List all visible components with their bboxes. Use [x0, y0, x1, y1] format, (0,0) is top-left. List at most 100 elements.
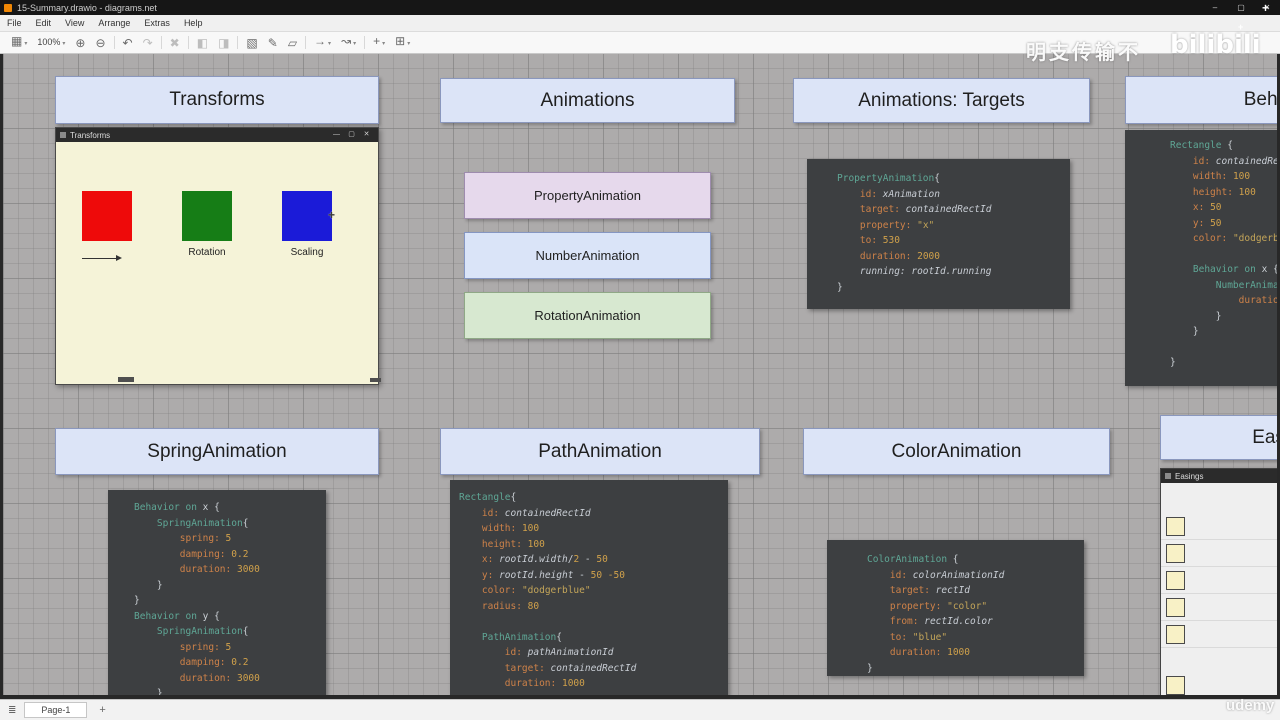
shape-easings-header[interactable]: Easings [1160, 415, 1277, 460]
chevron-down-icon: ▾ [353, 41, 357, 47]
green-rectangle [182, 191, 232, 241]
code-block-behaviors[interactable]: Rectangle { id: containedRectId width: 1… [1125, 130, 1279, 386]
toolbar-separator [113, 36, 115, 49]
code-line: duration: 1000 [889, 647, 970, 658]
window-title: 15-Summary.drawio - diagrams.net [17, 2, 157, 13]
code-line: id: pathAnimationId [504, 647, 614, 658]
code-line: id: xAnimation [859, 188, 940, 200]
connection-icon[interactable]: → ▾ [309, 31, 336, 54]
easings-window-titlebar: Easings [1161, 469, 1277, 483]
watermark-sparkle-icon: + [1262, 1, 1270, 15]
code-line: duration: 2000 [859, 250, 940, 262]
shape-number-animation[interactable]: NumberAnimation [464, 232, 711, 279]
code-line: x: rootId.width/2 - 50 [481, 554, 608, 565]
shape-rotation-animation[interactable]: RotationAnimation [464, 292, 711, 339]
translation-arrow-icon [82, 254, 122, 261]
undo-icon[interactable]: ↶ [118, 33, 138, 53]
code-line: property: "x" [859, 219, 935, 231]
code-block-property-animation[interactable]: PropertyAnimation{ id: xAnimation target… [807, 159, 1070, 309]
table-icon[interactable]: ⊞ ▾ [390, 31, 415, 54]
toolbar-separator [187, 36, 189, 49]
menu-view[interactable]: View [58, 18, 91, 28]
waypoints-icon[interactable]: ↝ ▾ [336, 31, 361, 54]
easings-app-screenshot[interactable]: Easings [1160, 468, 1277, 695]
code-line: SpringAnimation{ [156, 626, 249, 637]
toolbar-separator [364, 36, 366, 49]
shape-path-animation-header[interactable]: PathAnimation [440, 428, 760, 475]
shape-spring-animation-header[interactable]: SpringAnimation [55, 428, 379, 475]
easing-list-item[interactable] [1161, 672, 1277, 695]
line-color-icon[interactable]: ✎ [263, 33, 283, 53]
zoom-level-select[interactable]: 100% ▾ [32, 32, 70, 54]
code-block-path-animation[interactable]: Rectangle{ id: containedRectId width: 10… [450, 480, 728, 695]
shape-property-animation[interactable]: PropertyAnimation [464, 172, 711, 219]
code-line: target: rectId [889, 585, 970, 596]
toolbar-separator [305, 36, 307, 49]
code-line: Rectangle { [1170, 140, 1233, 151]
fill-color-icon[interactable]: ▧ [241, 33, 262, 53]
add-page-button[interactable]: + [91, 704, 113, 716]
window-bottom-mark [370, 378, 381, 382]
easing-list-item[interactable] [1161, 621, 1277, 648]
code-line: spring: 5 [179, 641, 232, 653]
easing-preview-icon [1166, 624, 1185, 644]
code-line: Behavior on x { [1192, 264, 1279, 275]
code-line: height: 100 [481, 538, 545, 550]
transforms-app-screenshot[interactable]: Transforms — ▢ ✕ Rotation Scaling + [55, 127, 381, 385]
code-block-color-animation[interactable]: ColorAnimation { id: colorAnimationId ta… [827, 540, 1084, 676]
diagram-canvas[interactable]: Transforms Animations Animations: Target… [0, 53, 1280, 700]
toolbar-separator [160, 36, 162, 49]
zoom-in-icon[interactable]: ⊕ [70, 33, 90, 53]
menu-arrange[interactable]: Arrange [91, 18, 137, 28]
code-line: spring: 5 [179, 533, 232, 544]
easings-list [1161, 513, 1277, 695]
menu-extras[interactable]: Extras [137, 18, 177, 28]
pages-menu-icon[interactable]: ≣ [0, 705, 24, 716]
rotation-label: Rotation [188, 247, 226, 258]
easing-list-item[interactable] [1161, 594, 1277, 621]
code-block-spring-animation[interactable]: Behavior on x { SpringAnimation{ spring:… [108, 490, 326, 695]
page-tab[interactable]: Page-1 [24, 702, 88, 718]
code-line: radius: 80 [481, 600, 540, 612]
code-line: color: "dodgerblue" [1192, 233, 1279, 244]
easing-preview-icon [1166, 543, 1185, 563]
to-back-icon[interactable]: ◨ [213, 33, 234, 53]
code-line: to: "blue" [889, 631, 948, 643]
menu-file[interactable]: File [0, 18, 29, 28]
blue-rectangle [282, 191, 332, 241]
code-line: PropertyAnimation{ [837, 173, 940, 184]
easing-preview-icon [1166, 675, 1185, 695]
shape-animation-targets-header[interactable]: Animations: Targets [793, 78, 1090, 123]
code-line: PathAnimation{ [481, 631, 562, 643]
shape-behaviors-header[interactable]: Behaviors [1125, 76, 1277, 124]
window-minimize-button[interactable]: – [1202, 0, 1228, 15]
code-line: id: containedRectId [481, 507, 591, 519]
to-front-icon[interactable]: ◧ [192, 33, 213, 53]
code-line: } [1170, 326, 1199, 337]
minimize-icon: — [333, 131, 340, 138]
window-maximize-button[interactable]: ▢ [1228, 0, 1254, 15]
easing-list-item[interactable] [1161, 513, 1277, 540]
code-line: ColorAnimation { [867, 554, 959, 565]
insert-icon[interactable]: + ▾ [368, 31, 390, 54]
chevron-down-icon: ▾ [24, 41, 28, 47]
transforms-window-controls: — ▢ ✕ [329, 128, 374, 142]
zoom-out-icon[interactable]: ⊖ [90, 33, 110, 53]
redo-icon[interactable]: ↷ [138, 33, 158, 53]
shadow-icon[interactable]: ▱ [283, 33, 302, 53]
shape-transforms-header[interactable]: Transforms [55, 76, 379, 124]
easing-list-item[interactable] [1161, 567, 1277, 594]
code-line: property: "color" [889, 600, 988, 612]
code-line: duration: 3000 [179, 672, 260, 684]
delete-icon[interactable]: ✖ [165, 33, 185, 53]
easing-list-item[interactable] [1161, 540, 1277, 567]
menu-edit[interactable]: Edit [29, 18, 59, 28]
watermark-bilibili-logo: bilibili [1170, 30, 1261, 60]
shape-color-animation-header[interactable]: ColorAnimation [803, 428, 1110, 475]
code-line: width: 100 [481, 523, 540, 534]
view-selector-icon[interactable]: ▦ ▾ [6, 31, 32, 54]
app-window: 15-Summary.drawio - diagrams.net – ▢ ✕ F… [0, 0, 1280, 720]
menu-help[interactable]: Help [177, 18, 210, 28]
code-line: height: 100 [1192, 186, 1256, 198]
shape-animations-header[interactable]: Animations [440, 78, 735, 123]
